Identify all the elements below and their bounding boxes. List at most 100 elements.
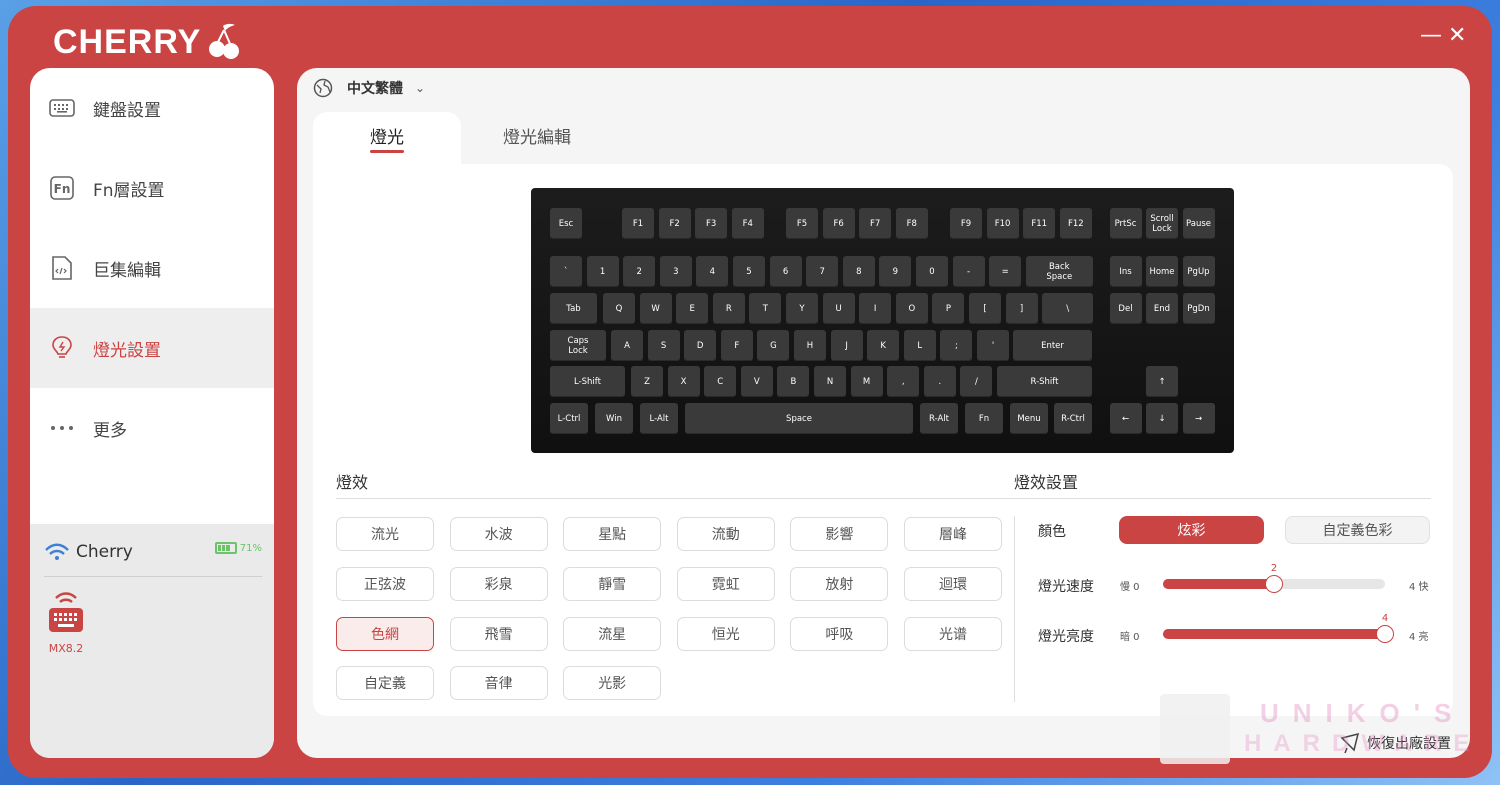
key[interactable]: , xyxy=(887,366,920,397)
minimize-button[interactable]: — xyxy=(1420,24,1442,48)
device-mx82[interactable]: MX8.2 xyxy=(46,590,86,655)
key[interactable]: F6 xyxy=(822,208,855,239)
key[interactable]: M xyxy=(850,366,883,397)
key[interactable]: Caps Lock xyxy=(550,330,606,361)
key[interactable]: Ins xyxy=(1109,256,1142,287)
key[interactable]: ; xyxy=(940,330,973,361)
key[interactable]: S xyxy=(647,330,680,361)
key[interactable]: L-Ctrl xyxy=(550,403,588,434)
key[interactable]: \ xyxy=(1042,293,1094,324)
effect-button[interactable]: 星點 xyxy=(563,517,662,551)
factory-reset-button[interactable]: 恢復出廠設置 xyxy=(1339,732,1451,754)
key[interactable]: P xyxy=(932,293,965,324)
key[interactable]: 2 xyxy=(623,256,656,287)
key[interactable]: X xyxy=(667,366,700,397)
key[interactable]: F1 xyxy=(622,208,654,239)
key[interactable]: F2 xyxy=(658,208,691,239)
key[interactable]: Scroll Lock xyxy=(1146,208,1178,239)
key[interactable]: I xyxy=(859,293,892,324)
sidebar-item-macro[interactable]: 巨集編輯 xyxy=(30,228,274,308)
key[interactable]: F10 xyxy=(986,208,1019,239)
key[interactable]: . xyxy=(923,366,956,397)
effect-button[interactable]: 流光 xyxy=(336,517,434,551)
effect-button[interactable]: 霓虹 xyxy=(676,566,775,601)
key[interactable]: L xyxy=(903,330,936,361)
key[interactable]: N xyxy=(814,366,846,397)
key[interactable]: U xyxy=(822,293,855,324)
key[interactable]: ' xyxy=(977,330,1009,361)
key[interactable]: R xyxy=(712,293,745,324)
key[interactable]: 0 xyxy=(916,256,948,287)
effect-button[interactable]: 光影 xyxy=(563,666,662,701)
key[interactable]: V xyxy=(740,366,773,397)
effect-button[interactable]: 水波 xyxy=(449,517,548,551)
key[interactable]: A xyxy=(611,330,643,361)
tab-lighting-edit[interactable]: 燈光編輯 xyxy=(463,112,611,164)
effect-button[interactable]: 流動 xyxy=(676,517,775,551)
key[interactable]: F8 xyxy=(895,208,928,239)
key[interactable]: / xyxy=(960,366,993,397)
key[interactable]: Enter xyxy=(1013,330,1092,361)
key[interactable]: L-Shift xyxy=(550,366,625,397)
key[interactable]: 3 xyxy=(659,256,692,287)
effect-button[interactable]: 正弦波 xyxy=(336,566,434,601)
speed-slider[interactable]: 2 xyxy=(1163,563,1385,593)
key[interactable]: G xyxy=(757,330,790,361)
effect-button[interactable]: 自定義 xyxy=(336,666,434,701)
brightness-slider[interactable]: 4 xyxy=(1163,613,1394,643)
effect-button[interactable]: 層峰 xyxy=(904,517,1002,551)
key[interactable]: F3 xyxy=(695,208,728,239)
key[interactable]: B xyxy=(777,366,810,397)
key[interactable]: ↑ xyxy=(1146,366,1178,397)
connected-device[interactable]: Cherry 71% xyxy=(44,538,262,566)
key[interactable]: W xyxy=(639,293,672,324)
key[interactable]: Fn xyxy=(965,403,1003,434)
key[interactable]: ← xyxy=(1109,403,1142,434)
key[interactable]: PgDn xyxy=(1182,293,1215,324)
key[interactable]: F7 xyxy=(859,208,892,239)
close-button[interactable]: ✕ xyxy=(1448,24,1466,48)
key[interactable]: Win xyxy=(595,403,633,434)
key[interactable]: Back Space xyxy=(1025,256,1093,287)
key[interactable]: 8 xyxy=(842,256,875,287)
key[interactable]: C xyxy=(704,366,737,397)
tab-lighting[interactable]: 燈光 xyxy=(313,112,461,164)
sidebar-item-more[interactable]: 更多 xyxy=(30,388,274,468)
key[interactable]: R-Shift xyxy=(997,366,1092,397)
key[interactable]: F4 xyxy=(731,208,764,239)
effect-button[interactable]: 恒光 xyxy=(676,616,775,651)
key[interactable]: T xyxy=(749,293,782,324)
key[interactable]: O xyxy=(895,293,928,324)
key[interactable]: K xyxy=(867,330,900,361)
effect-button[interactable]: 流星 xyxy=(563,616,662,651)
key[interactable]: Y xyxy=(786,293,818,324)
key[interactable]: Z xyxy=(631,366,663,397)
color-rainbow-button[interactable]: 炫彩 xyxy=(1119,516,1264,544)
key[interactable]: R-Ctrl xyxy=(1054,403,1092,434)
effect-button[interactable]: 音律 xyxy=(449,666,548,701)
key[interactable]: = xyxy=(989,256,1022,287)
key[interactable]: Q xyxy=(603,293,635,324)
key[interactable]: Del xyxy=(1109,293,1142,324)
sidebar-item-keyboard-settings[interactable]: 鍵盤設置 xyxy=(30,68,274,148)
key[interactable]: - xyxy=(952,256,985,287)
effect-button[interactable]: 靜雪 xyxy=(563,566,662,601)
key[interactable]: End xyxy=(1146,293,1178,324)
key[interactable]: Pause xyxy=(1182,208,1215,239)
key[interactable]: J xyxy=(830,330,863,361)
key[interactable]: F12 xyxy=(1059,208,1092,239)
key[interactable]: Menu xyxy=(1010,403,1048,434)
key[interactable]: F9 xyxy=(950,208,982,239)
key[interactable]: R-Alt xyxy=(920,403,958,434)
key[interactable]: L-Alt xyxy=(640,403,678,434)
key[interactable]: → xyxy=(1182,403,1215,434)
key[interactable]: [ xyxy=(969,293,1001,324)
key[interactable]: 7 xyxy=(806,256,839,287)
key[interactable]: Space xyxy=(685,403,913,434)
key[interactable]: Esc xyxy=(550,208,582,239)
key[interactable]: Home xyxy=(1146,256,1178,287)
key[interactable]: PgUp xyxy=(1182,256,1215,287)
key[interactable]: 4 xyxy=(696,256,729,287)
slider-thumb[interactable] xyxy=(1265,575,1283,593)
effect-button[interactable]: 放射 xyxy=(790,566,889,601)
